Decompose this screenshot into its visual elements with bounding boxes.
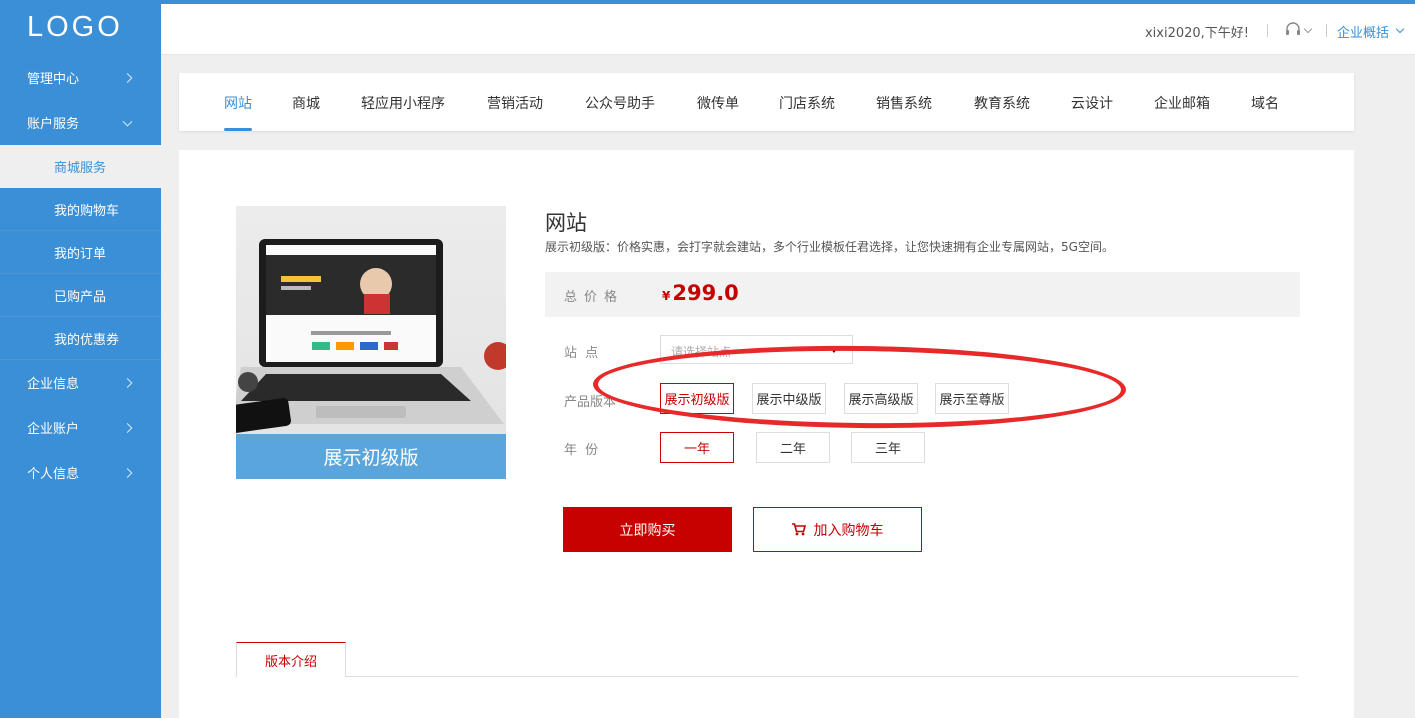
image-caption: 展示初级版 xyxy=(236,434,506,479)
price-value: ¥299.0 xyxy=(662,281,739,305)
sidebar-item-label: 企业信息 xyxy=(27,377,80,392)
tab-mini-program[interactable]: 轻应用小程序 xyxy=(361,93,445,131)
cart-icon xyxy=(791,523,806,536)
sidebar-item-company-info[interactable]: 企业信息 xyxy=(0,360,161,405)
year-option-3[interactable]: 三年 xyxy=(851,432,925,463)
sidebar-item-label: 个人信息 xyxy=(27,467,80,482)
price-amount: 299.0 xyxy=(672,281,739,305)
sidebar-item-label: 账户服务 xyxy=(27,117,80,132)
sidebar-subitem-purchased[interactable]: 已购产品 xyxy=(0,274,161,317)
tab-mall[interactable]: 商城 xyxy=(292,93,320,131)
version-option-premium[interactable]: 展示至尊版 xyxy=(935,383,1009,414)
tab-enterprise-mail[interactable]: 企业邮箱 xyxy=(1154,93,1210,131)
chevron-right-icon xyxy=(122,72,133,83)
price-label: 总价格 xyxy=(564,290,625,305)
divider xyxy=(1326,24,1327,37)
tab-education-system[interactable]: 教育系统 xyxy=(974,93,1030,131)
topbar: xixi2020,下午好! 企业概括 xyxy=(161,0,1415,55)
sidebar-subitem-orders[interactable]: 我的订单 xyxy=(0,231,161,274)
year-option-2[interactable]: 二年 xyxy=(756,432,830,463)
currency-symbol: ¥ xyxy=(662,289,671,303)
chevron-down-icon[interactable] xyxy=(1303,24,1313,34)
laptop-illustration xyxy=(236,239,506,434)
product-panel: 展示初级版 网站 展示初级版：价格实惠，会打字就会建站，多个行业模板任君选择，让… xyxy=(179,150,1354,718)
enterprise-overview-link[interactable]: 企业概括 xyxy=(1337,22,1389,41)
sidebar-subitem-cart[interactable]: 我的购物车 xyxy=(0,188,161,231)
tab-sales-system[interactable]: 销售系统 xyxy=(876,93,932,131)
version-label: 产品版本 xyxy=(564,395,617,410)
sidebar-item-company-account[interactable]: 企业账户 xyxy=(0,405,161,450)
chevron-right-icon xyxy=(122,377,133,388)
price-bar: 总价格 ¥299.0 xyxy=(545,272,1300,317)
buy-now-button[interactable]: 立即购买 xyxy=(563,507,732,552)
version-option-advanced[interactable]: 展示高级版 xyxy=(844,383,918,414)
sidebar-subitem-coupons[interactable]: 我的优惠券 xyxy=(0,317,161,360)
tab-flyer[interactable]: 微传单 xyxy=(697,93,739,131)
tab-version-intro[interactable]: 版本介绍 xyxy=(236,642,346,677)
caret-down-icon xyxy=(830,348,838,353)
product-image: 展示初级版 xyxy=(236,206,506,479)
tab-marketing[interactable]: 营销活动 xyxy=(487,93,543,131)
site-select-placeholder: 请选择站点 xyxy=(671,345,732,359)
year-label: 年 份 xyxy=(564,443,601,458)
chevron-down-icon[interactable] xyxy=(1395,24,1405,34)
site-label: 站 点 xyxy=(564,346,601,361)
sidebar-item-account-service[interactable]: 账户服务 xyxy=(0,100,161,145)
sidebar-item-management[interactable]: 管理中心 xyxy=(0,55,161,100)
user-greeting: xixi2020,下午好! xyxy=(1144,26,1249,41)
site-select[interactable]: 请选择站点 xyxy=(660,335,853,364)
product-title: 网站 xyxy=(545,211,587,235)
sidebar: LOGO 管理中心 账户服务 商城服务 我的购物车 我的订单 已购产品 我的优惠… xyxy=(0,0,161,718)
logo: LOGO xyxy=(27,11,123,43)
sidebar-subitem-mall-service[interactable]: 商城服务 xyxy=(0,145,161,188)
tab-cloud-design[interactable]: 云设计 xyxy=(1071,93,1113,131)
divider xyxy=(1267,24,1268,37)
sidebar-item-label: 管理中心 xyxy=(27,72,80,87)
version-option-basic[interactable]: 展示初级版 xyxy=(660,383,734,414)
add-to-cart-label: 加入购物车 xyxy=(813,522,884,539)
tab-divider xyxy=(236,676,1298,677)
tab-website[interactable]: 网站 xyxy=(224,93,252,131)
version-option-intermediate[interactable]: 展示中级版 xyxy=(752,383,826,414)
tab-domain[interactable]: 域名 xyxy=(1251,93,1279,131)
chevron-right-icon xyxy=(122,422,133,433)
sidebar-item-label: 企业账户 xyxy=(27,422,80,437)
year-option-1[interactable]: 一年 xyxy=(660,432,734,463)
product-category-nav: 网站 商城 轻应用小程序 营销活动 公众号助手 微传单 门店系统 销售系统 教育… xyxy=(179,73,1354,131)
sidebar-item-personal-info[interactable]: 个人信息 xyxy=(0,450,161,495)
product-description: 展示初级版：价格实惠，会打字就会建站，多个行业模板任君选择，让您快速拥有企业专属… xyxy=(545,240,1114,254)
chevron-down-icon xyxy=(122,116,133,127)
chevron-right-icon xyxy=(122,467,133,478)
add-to-cart-button[interactable]: 加入购物车 xyxy=(753,507,922,552)
tab-wechat-assistant[interactable]: 公众号助手 xyxy=(585,93,655,131)
headset-icon[interactable] xyxy=(1285,22,1301,36)
tab-store-system[interactable]: 门店系统 xyxy=(779,93,835,131)
